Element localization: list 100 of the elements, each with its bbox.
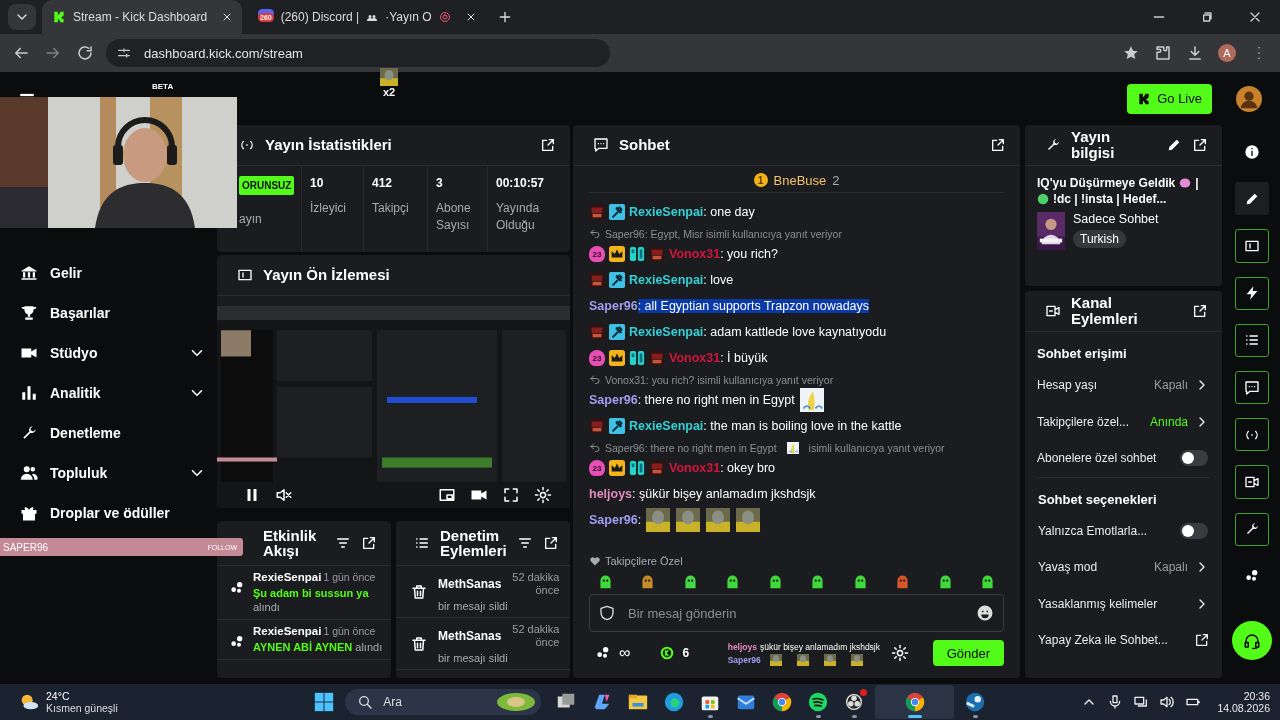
sidebar-tool-button[interactable] [1235, 418, 1269, 452]
setting-row[interactable]: Yalnızca Emotlarla... [1037, 512, 1210, 549]
clock[interactable]: 20:36 14.08.2026 [1217, 690, 1270, 714]
level-badge: 23 [589, 246, 605, 262]
level-badge: 23 [589, 350, 605, 366]
setting-row[interactable]: Takipçilere özel... Anında [1025, 403, 1222, 440]
card-title: Yayın Ön İzlemesi [263, 267, 390, 283]
stat-value: 00:10:57 [496, 176, 546, 190]
filter-icon[interactable] [516, 535, 533, 551]
card-title: Yayın bilgisi [1071, 129, 1116, 161]
crown-badge-icon [609, 460, 625, 476]
weather-text: Kısmen güneşli [46, 702, 118, 714]
pop-out-icon[interactable] [540, 137, 556, 153]
pencil-icon[interactable] [1166, 137, 1182, 153]
filter-icon[interactable] [335, 535, 351, 551]
subscriber-badge-icon [589, 272, 605, 288]
separator: | [1195, 176, 1199, 190]
stream-title: IQ'yu Düşürmeye Geldik [1037, 176, 1176, 190]
sidebar-tool-button[interactable] [1235, 371, 1269, 405]
tab-list-button[interactable] [8, 4, 36, 30]
nav-item[interactable]: Droplar ve ödüller [14, 493, 214, 533]
message-text: : adam kattlede love kaynatıyodu [703, 325, 887, 339]
nav-item[interactable]: Gelir [14, 253, 214, 293]
network-icon[interactable] [1133, 694, 1150, 710]
stat-label: ayın [239, 211, 263, 228]
nav-item[interactable]: Topluluk [14, 453, 214, 493]
star-icon[interactable] [1122, 44, 1140, 62]
og-badge-icon [629, 460, 645, 476]
sidebar-tool-button[interactable] [1235, 512, 1269, 546]
emote-section-label: Takipçilere Özel [605, 555, 683, 567]
sidebar-tool-button[interactable] [1235, 323, 1269, 357]
card-title: Denetim Eylemleri [440, 528, 507, 558]
game-launcher-icon [964, 691, 987, 713]
nav-item[interactable]: Analitik [14, 373, 214, 413]
music-app-icon [807, 691, 830, 713]
points-value: ∞ [619, 644, 631, 662]
site-settings-icon[interactable] [116, 45, 132, 61]
reload-icon[interactable] [76, 44, 94, 62]
message-input[interactable]: Bir mesaj gönderin [589, 594, 1004, 632]
pop-out-icon[interactable] [361, 535, 377, 551]
go-live-button[interactable]: Go Live [1127, 83, 1212, 114]
support-button[interactable] [1232, 621, 1272, 661]
message-text: : [637, 513, 642, 527]
picture-in-picture-icon[interactable] [438, 486, 456, 504]
username[interactable]: Saper96 [589, 393, 638, 407]
toggle-switch[interactable] [1180, 450, 1208, 467]
moderator-badge-icon [609, 418, 625, 434]
nav-item[interactable]: Başarılar [14, 293, 214, 333]
profile-avatar[interactable]: A [1218, 44, 1236, 62]
card-title: Yayın İstatistikleri [265, 137, 392, 153]
address-field[interactable]: dashboard.kick.com/stream [106, 39, 610, 67]
subscriber-badge-icon [589, 324, 605, 340]
emote-icon[interactable] [597, 573, 614, 590]
mute-icon[interactable] [275, 486, 293, 504]
username[interactable]: Saper96 [589, 299, 638, 313]
username[interactable]: Saper96 [589, 513, 638, 527]
pop-out-icon[interactable] [1192, 303, 1208, 319]
nav-item[interactable]: Stüdyo [14, 333, 214, 373]
download-icon[interactable] [1186, 44, 1204, 62]
avatar-icon[interactable] [1236, 85, 1262, 112]
nav-icon [20, 384, 38, 402]
send-button[interactable]: Gönder [932, 640, 1004, 666]
browser-icon [663, 691, 686, 713]
trash-icon [410, 634, 428, 653]
settings-icon[interactable] [890, 644, 909, 662]
crown-badge-icon [609, 350, 625, 366]
reward-text: AYNEN ABİ AYNEN alındı [253, 640, 384, 654]
video-frame-icon [1244, 238, 1260, 254]
nav-item[interactable]: Denetleme [14, 413, 214, 453]
reply-icon [589, 374, 601, 386]
pop-out-icon[interactable] [1192, 137, 1208, 153]
sidebar-tool-button[interactable] [1235, 465, 1269, 499]
setting-row[interactable]: Abonelere özel sohbet [1025, 440, 1222, 477]
browser-tab[interactable]: Stream - Kick Dashboard [42, 0, 242, 34]
setting-row[interactable]: Yasaklanmış kelimeler [1037, 585, 1210, 622]
sidebar-tool-button[interactable] [1235, 182, 1269, 216]
video-frame-icon [237, 267, 253, 283]
reply-icon [589, 228, 601, 240]
emote-icon [705, 508, 732, 532]
menu-icon[interactable] [18, 93, 36, 97]
reply-text: Saper96: Egypt, Misr isimli kullanıcıya yanıt veriyor [605, 228, 842, 240]
volume-icon[interactable] [1159, 694, 1176, 710]
fullscreen-icon[interactable] [502, 486, 520, 504]
toggle-switch[interactable] [1180, 522, 1208, 539]
extensions-icon[interactable] [1154, 44, 1172, 62]
pop-out-icon[interactable] [542, 535, 559, 551]
subscriber-badge-icon [649, 460, 665, 476]
subscriber-badge-icon [649, 246, 665, 262]
settings-icon[interactable] [534, 486, 552, 504]
taskbar-app[interactable] [875, 685, 955, 719]
setting-row[interactable]: Yapay Zeka ile Sohbet... [1037, 622, 1210, 659]
setting-row[interactable]: Yavaş mod Kapalı [1037, 549, 1210, 586]
pop-out-icon[interactable] [990, 137, 1006, 153]
sidebar-tool-button[interactable] [1235, 229, 1269, 263]
search-field[interactable]: Ara [345, 689, 542, 715]
emoji-icon[interactable] [976, 604, 994, 622]
sidebar-tool-button[interactable] [1235, 276, 1269, 310]
moderator-badge-icon [609, 272, 625, 288]
setting-row[interactable]: Hesap yaşı Kapalı [1025, 367, 1222, 404]
stat-label: Yayında Olduğu [496, 200, 541, 234]
